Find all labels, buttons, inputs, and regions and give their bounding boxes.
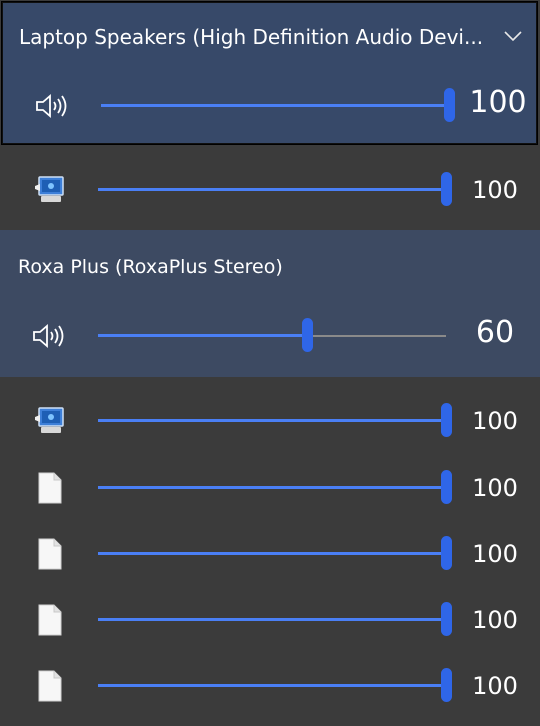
volume-value: 100 [472,606,518,634]
slider-thumb[interactable] [441,668,452,702]
document-icon[interactable] [30,536,70,572]
volume-value: 100 [469,85,527,120]
document-icon[interactable] [30,470,70,506]
volume-value: 100 [472,407,518,435]
system-sounds-icon[interactable] [30,172,70,208]
slider-fill [101,104,449,107]
slider-thumb[interactable] [441,536,452,570]
speaker-icon[interactable] [30,318,70,354]
volume-slider[interactable] [98,602,452,636]
volume-mixer-panel: Laptop Speakers (High Definition Audio D… [0,0,540,726]
app-volume-row: 100 [0,526,540,582]
slider-thumb[interactable] [441,403,452,437]
volume-slider[interactable] [98,318,446,352]
app-volume-row: 100 [0,393,540,449]
system-sounds-icon[interactable] [30,403,70,439]
slider-fill [98,419,446,422]
app-volume-row: 100 [0,592,540,648]
device-title[interactable]: Roxa Plus (RoxaPlus Stereo) [18,254,283,280]
app-volume-row: 100 [0,658,540,714]
volume-slider[interactable] [98,536,452,570]
slider-fill [98,552,446,555]
speaker-icon[interactable] [33,88,73,124]
device-volume-row: 60 [0,308,540,364]
slider-fill [98,188,446,191]
volume-slider[interactable] [98,403,452,437]
volume-value: 60 [475,315,515,350]
volume-value: 100 [472,176,518,204]
volume-value: 100 [472,474,518,502]
volume-value: 100 [472,540,518,568]
slider-fill [98,618,446,621]
device-volume-row: 100 [3,78,540,134]
device-roxa-plus: Roxa Plus (RoxaPlus Stereo) 60 [0,230,540,377]
chevron-down-icon[interactable] [502,25,524,47]
slider-thumb[interactable] [301,318,313,352]
device-title[interactable]: Laptop Speakers (High Definition Audio D… [19,23,494,51]
slider-thumb[interactable] [441,602,452,636]
slider-thumb[interactable] [441,470,452,504]
slider-thumb[interactable] [441,172,452,206]
slider-fill [98,334,307,337]
volume-slider[interactable] [98,172,452,206]
device-laptop-speakers: Laptop Speakers (High Definition Audio D… [1,1,540,145]
volume-slider[interactable] [101,88,455,122]
volume-value: 100 [472,672,518,700]
volume-slider[interactable] [98,668,452,702]
volume-slider[interactable] [98,470,452,504]
app-volume-row: 100 [0,460,540,516]
document-icon[interactable] [30,602,70,638]
document-icon[interactable] [30,668,70,704]
slider-thumb[interactable] [444,88,455,122]
slider-fill [98,486,446,489]
slider-fill [98,684,446,687]
app-volume-row: 100 [0,162,540,218]
